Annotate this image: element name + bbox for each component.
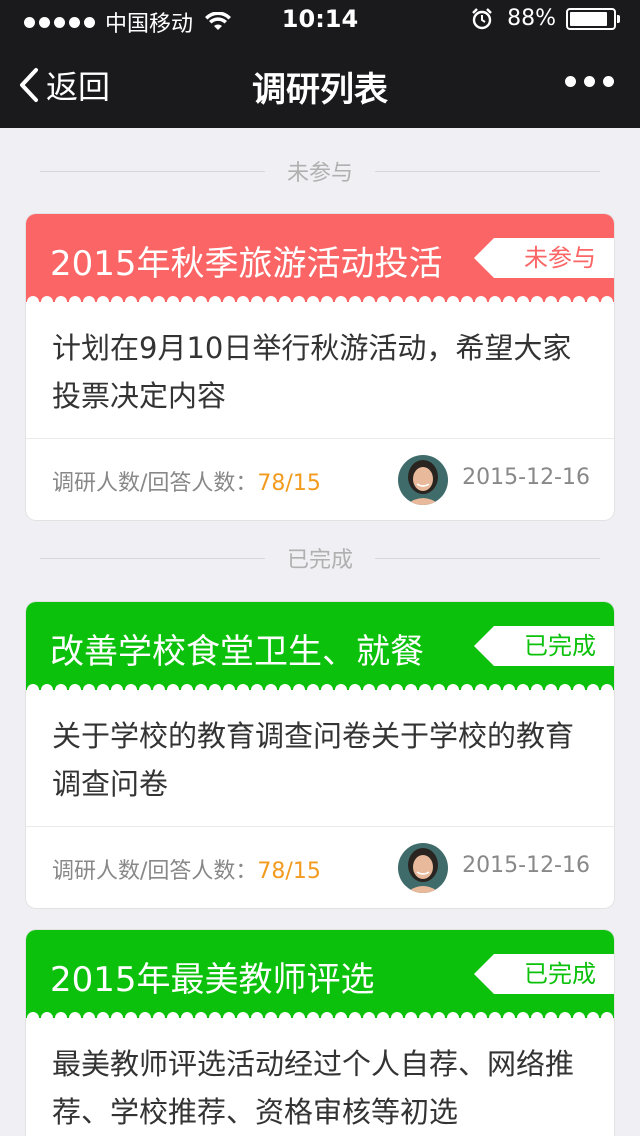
avatar — [398, 843, 448, 893]
status-badge: 未参与 — [474, 238, 614, 278]
avatar — [398, 455, 448, 505]
section-label: 已完成 — [287, 548, 354, 573]
count-label: 调研人数/回答人数： — [52, 859, 258, 884]
section-label: 未参与 — [287, 161, 354, 186]
count-value: 78/15 — [257, 859, 321, 884]
scallop-edge — [27, 1012, 613, 1018]
card-title: 2015年秋季旅游活动投活 — [50, 244, 443, 284]
avatar-portrait — [398, 455, 448, 505]
status-bar: 中国移动 10:14 88% — [0, 0, 640, 40]
card-description: 最美教师评选活动经过个人自荐、网络推荐、学校推荐、资格审核等初选 — [52, 1047, 575, 1129]
nav-bar: 返回 调研列表 — [0, 40, 640, 128]
section-divider-completed: 已完成 — [40, 543, 601, 573]
card-title: 改善学校食堂卫生、就餐 — [50, 632, 424, 672]
status-right: 88% — [471, 6, 620, 31]
card-description: 关于学校的教育调查问卷关于学校的教育调查问卷 — [52, 719, 575, 801]
count-value: 78/15 — [257, 471, 321, 496]
section-divider-not-participated: 未参与 — [40, 156, 601, 186]
avatar-portrait — [398, 843, 448, 893]
battery-percent: 88% — [507, 6, 556, 31]
card-header: 改善学校食堂卫生、就餐 已完成 — [26, 602, 614, 690]
card-title: 2015年最美教师评选 — [50, 960, 375, 1000]
battery-fill — [570, 11, 607, 26]
count-row: 调研人数/回答人数：78/15 — [52, 465, 321, 497]
card-header: 2015年秋季旅游活动投活 未参与 — [26, 214, 614, 302]
count-row: 调研人数/回答人数：78/15 — [52, 853, 321, 885]
card-header: 2015年最美教师评选 已完成 — [26, 930, 614, 1018]
page-title: 调研列表 — [252, 70, 388, 110]
card-footer: 调研人数/回答人数：78/15 2015-12-16 — [26, 438, 614, 520]
scallop-edge — [27, 684, 613, 690]
card-date: 2015-12-16 — [462, 465, 590, 490]
top-bar: 中国移动 10:14 88% 返回 调研列表 — [0, 0, 640, 128]
more-dots-icon — [565, 76, 576, 87]
status-badge: 已完成 — [474, 626, 614, 666]
card-description: 计划在9月10日举行秋游活动，希望大家投票决定内容 — [52, 331, 572, 413]
battery-icon — [566, 7, 620, 30]
survey-card[interactable]: 改善学校食堂卫生、就餐 已完成 关于学校的教育调查问卷关于学校的教育调查问卷 调… — [26, 602, 614, 908]
card-date: 2015-12-16 — [462, 853, 590, 878]
survey-card[interactable]: 2015年最美教师评选 已完成 最美教师评选活动经过个人自荐、网络推荐、学校推荐… — [26, 930, 614, 1136]
more-button[interactable] — [565, 76, 614, 87]
status-badge: 已完成 — [474, 954, 614, 994]
card-footer: 调研人数/回答人数：78/15 2015-12-16 — [26, 826, 614, 908]
alarm-icon — [472, 7, 492, 29]
survey-card[interactable]: 2015年秋季旅游活动投活 未参与 计划在9月10日举行秋游活动，希望大家投票决… — [26, 214, 614, 520]
scallop-edge — [27, 296, 613, 302]
count-label: 调研人数/回答人数： — [52, 471, 258, 496]
